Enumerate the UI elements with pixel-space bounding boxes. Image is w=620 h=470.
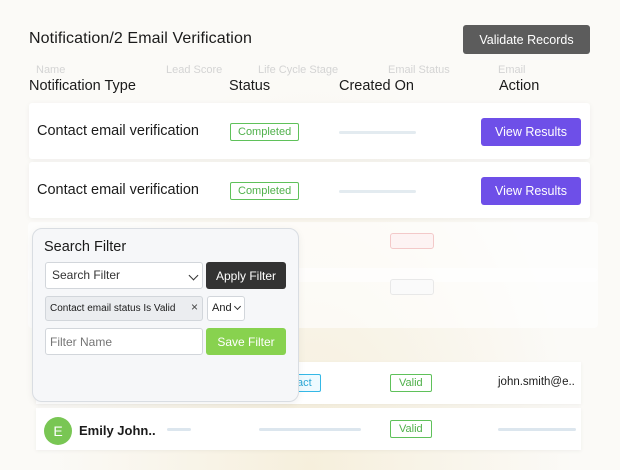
bg-ghost-badge — [390, 279, 434, 295]
contact-row[interactable]: E Emily John.. Valid — [36, 408, 581, 450]
email-placeholder — [498, 428, 576, 431]
operator-value: And — [212, 302, 232, 314]
search-filter-select-value: Search Filter — [52, 268, 121, 282]
col-created-on: Created On — [339, 78, 414, 94]
save-filter-button[interactable]: Save Filter — [206, 328, 286, 355]
filter-title: Search Filter — [44, 239, 127, 255]
notification-type: Contact email verification — [37, 123, 199, 139]
chevron-down-icon — [188, 270, 199, 281]
bg-col-email: Email — [498, 64, 526, 76]
status-badge: Completed — [230, 123, 300, 141]
bg-ghost-badge — [390, 233, 434, 249]
notification-row: Contact email verification Completed Vie… — [29, 103, 590, 159]
page-title: Notification/2 Email Verification — [29, 30, 252, 47]
col-action: Action — [499, 78, 540, 94]
lead-score-placeholder — [167, 428, 191, 431]
chevron-down-icon — [233, 302, 242, 311]
bg-col-lifecycle: Life Cycle Stage — [258, 64, 339, 76]
created-on-placeholder — [339, 190, 416, 193]
email-status-badge: Valid — [390, 374, 432, 392]
apply-filter-button[interactable]: Apply Filter — [206, 262, 286, 289]
bg-col-email-status: Email Status — [388, 64, 450, 76]
contact-email: john.smith@e.. — [498, 376, 575, 388]
bg-col-lead-score: Lead Score — [166, 64, 223, 76]
view-results-button[interactable]: View Results — [481, 177, 581, 205]
background-table-header: Name Lead Score Life Cycle Stage Email S… — [36, 64, 596, 76]
close-icon[interactable]: × — [191, 300, 198, 314]
bg-col-name: Name — [36, 64, 66, 76]
filter-chip-label: Contact email status Is Valid — [50, 303, 176, 314]
col-notification-type: Notification Type — [29, 78, 136, 94]
lifecycle-placeholder — [259, 428, 361, 431]
operator-select[interactable]: And — [207, 296, 245, 321]
filter-chip: Contact email status Is Valid × — [45, 296, 203, 321]
created-on-placeholder — [339, 131, 416, 134]
contact-name: Emily John.. — [79, 423, 156, 438]
notification-type: Contact email verification — [37, 182, 199, 198]
avatar: E — [44, 417, 72, 445]
filter-name-input[interactable] — [45, 328, 203, 355]
col-status: Status — [229, 78, 271, 94]
view-results-button[interactable]: View Results — [481, 118, 581, 146]
status-badge: Completed — [230, 182, 300, 200]
validate-records-button[interactable]: Validate Records — [463, 25, 590, 54]
search-filter-panel: Search Filter Search Filter Apply Filter… — [32, 228, 299, 402]
notification-row: Contact email verification Completed Vie… — [29, 162, 590, 218]
email-status-badge: Valid — [390, 420, 432, 438]
search-filter-select[interactable]: Search Filter — [45, 262, 203, 289]
